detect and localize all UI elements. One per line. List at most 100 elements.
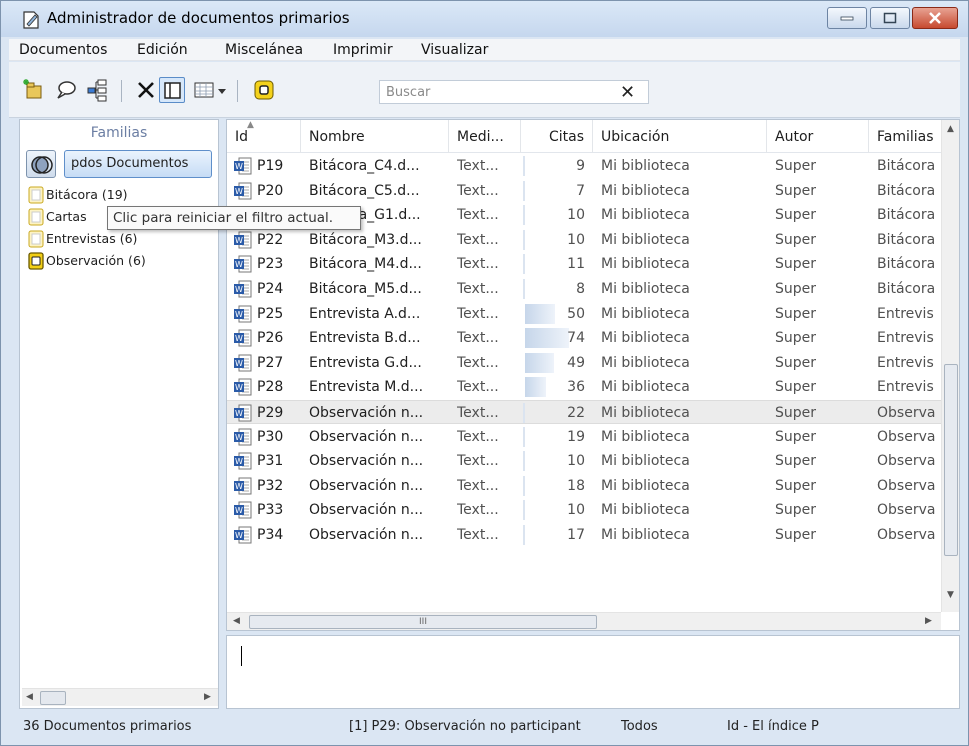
cell-citas: 22 — [567, 405, 585, 421]
title-bar[interactable]: Administrador de documentos primarios — [1, 1, 968, 37]
table-row[interactable]: W P23 Bitácora_M4.d... Text... 11 Mi bibliote… — [227, 252, 941, 276]
cell-medio: Text... — [457, 256, 499, 273]
scroll-right-icon[interactable]: ▶ — [204, 692, 211, 702]
table-row[interactable]: W P29 Observación n... Text... 22 Mi bibliote… — [227, 400, 941, 424]
cell-nombre: Entrevista G.d... — [309, 354, 422, 371]
cell-medio: Text... — [457, 405, 499, 421]
svg-text:W: W — [235, 162, 243, 171]
toggle-pane-icon[interactable] — [159, 77, 185, 103]
word-document-icon: W — [233, 427, 253, 447]
table-row[interactable]: W P32 Observación n... Text... 18 Mi bibliote… — [227, 474, 941, 498]
grid-view-icon[interactable] — [191, 77, 217, 103]
column-header-familias[interactable]: Familias — [869, 120, 941, 153]
scroll-right-icon[interactable]: ▶ — [925, 616, 932, 626]
scroll-left-icon[interactable]: ◀ — [26, 692, 33, 702]
comment-icon[interactable] — [53, 77, 79, 103]
minimize-button[interactable] — [827, 7, 867, 29]
word-document-icon: W — [233, 476, 253, 496]
table-row[interactable]: W P25 Entrevista A.d... Text... 50 Mi bibliot… — [227, 302, 941, 326]
dropdown-arrow-icon[interactable] — [215, 77, 229, 103]
column-header-id[interactable]: ▲ Id — [227, 120, 301, 153]
citation-bar — [523, 475, 525, 496]
cell-id: P32 — [257, 477, 284, 494]
menu-edicion[interactable]: Edición — [137, 42, 188, 58]
svg-text:W: W — [235, 433, 243, 442]
cell-autor: Super — [775, 428, 817, 445]
table-row[interactable]: W P24 Bitácora_M5.d... Text... 8 Mi bibliotec… — [227, 277, 941, 301]
word-document-icon: W — [233, 377, 253, 397]
families-horizontal-scrollbar[interactable]: ◀ ▶ — [22, 688, 218, 706]
minimize-icon — [840, 16, 854, 21]
cell-ubicacion: Mi biblioteca — [601, 428, 690, 445]
cell-nombre: Bitácora_C4.d... — [309, 158, 420, 174]
citation-bar — [523, 426, 525, 447]
close-button[interactable] — [912, 7, 958, 29]
cell-nombre: Observación n... — [309, 405, 424, 421]
table-row[interactable]: W P26 Entrevista B.d... Text... 74 Mi bibliot… — [227, 326, 941, 350]
menu-documentos[interactable]: Documentos — [19, 42, 107, 58]
word-document-icon: W — [233, 279, 253, 299]
table-row[interactable]: W P34 Observación n... Text... 17 Mi bibliote… — [227, 523, 941, 547]
all-documents-button[interactable]: pdos Documentos — [64, 150, 212, 178]
word-document-icon: W — [233, 403, 253, 423]
cell-nombre: Observación n... — [309, 453, 424, 470]
cell-autor: Super — [775, 158, 817, 174]
column-header-medio[interactable]: Medi... — [449, 120, 521, 153]
scroll-left-icon[interactable]: ◀ — [233, 616, 240, 626]
search-input[interactable] — [386, 83, 606, 101]
delete-icon[interactable] — [133, 77, 159, 103]
table-vertical-scrollbar[interactable]: ▲ ▼ — [941, 120, 959, 612]
table-row[interactable]: W P20 Bitácora_C5.d... Text... 7 Mi bibliotec… — [227, 179, 941, 203]
scroll-thumb[interactable] — [944, 364, 958, 556]
cell-citas: 11 — [567, 256, 585, 273]
table-row[interactable]: W P31 Observación n... Text... 10 Mi bibliote… — [227, 449, 941, 473]
cell-autor: Super — [775, 453, 817, 470]
scroll-thumb[interactable] — [40, 691, 66, 705]
scroll-down-icon[interactable]: ▼ — [947, 590, 954, 600]
family-label: Cartas — [46, 209, 87, 224]
cell-id: P20 — [257, 182, 284, 199]
table-horizontal-scrollbar[interactable]: ◀ III ▶ — [227, 612, 941, 630]
search-box[interactable]: ✕ — [379, 80, 649, 104]
table-row[interactable]: W P27 Entrevista G.d... Text... 49 Mi bibliot… — [227, 351, 941, 375]
column-header-nombre[interactable]: Nombre — [301, 120, 449, 153]
cell-citas: 50 — [567, 305, 585, 322]
citation-bar — [523, 180, 525, 201]
table-row[interactable]: W P28 Entrevista M.d... Text... 36 Mi bibliot… — [227, 375, 941, 399]
scroll-thumb[interactable]: III — [249, 615, 597, 629]
family-folder-icon — [28, 208, 44, 226]
column-header-ubicacion[interactable]: Ubicación — [593, 120, 767, 153]
network-icon[interactable] — [85, 77, 111, 103]
cell-autor: Super — [775, 527, 817, 543]
cell-citas: 10 — [567, 207, 585, 224]
menu-visualizar[interactable]: Visualizar — [421, 42, 488, 58]
maximize-button[interactable] — [870, 7, 910, 29]
cell-citas: 10 — [567, 502, 585, 519]
citation-bar — [523, 403, 525, 423]
menu-imprimir[interactable]: Imprimir — [333, 42, 393, 58]
reset-filter-button[interactable] — [26, 150, 56, 178]
table-row[interactable]: W P33 Observación n... Text... 10 Mi bibliote… — [227, 498, 941, 522]
table-row[interactable]: W P19 Bitácora_C4.d... Text... 9 Mi bibliotec… — [227, 154, 941, 178]
family-label: Entrevistas (6) — [46, 231, 138, 246]
table-row[interactable]: W P22 Bitácora_M3.d... Text... 10 Mi bibliote… — [227, 228, 941, 252]
cell-medio: Text... — [457, 453, 499, 470]
new-document-icon[interactable] — [21, 77, 47, 103]
all-documents-filter: pdos Documentos — [26, 150, 212, 178]
cell-nombre: Bitácora_M5.d... — [309, 281, 422, 297]
filter-circles-icon — [31, 156, 53, 174]
scroll-up-icon[interactable]: ▲ — [947, 124, 954, 134]
table-row[interactable]: W P30 Observación n... Text... 19 Mi bibliote… — [227, 425, 941, 449]
svg-text:W: W — [235, 260, 243, 269]
cell-familias: Observa — [877, 502, 936, 519]
comment-editor[interactable] — [226, 635, 960, 709]
family-filter-icon[interactable] — [251, 77, 277, 103]
clear-search-icon[interactable]: ✕ — [620, 82, 635, 103]
cell-id: P26 — [257, 330, 284, 347]
menu-miscelanea[interactable]: Miscelánea — [225, 42, 303, 58]
column-header-citas[interactable]: Citas — [521, 120, 593, 153]
column-header-autor[interactable]: Autor — [767, 120, 869, 153]
citation-bar — [523, 279, 525, 299]
cell-ubicacion: Mi biblioteca — [601, 379, 690, 396]
cell-nombre: Bitácora_M3.d... — [309, 231, 422, 248]
